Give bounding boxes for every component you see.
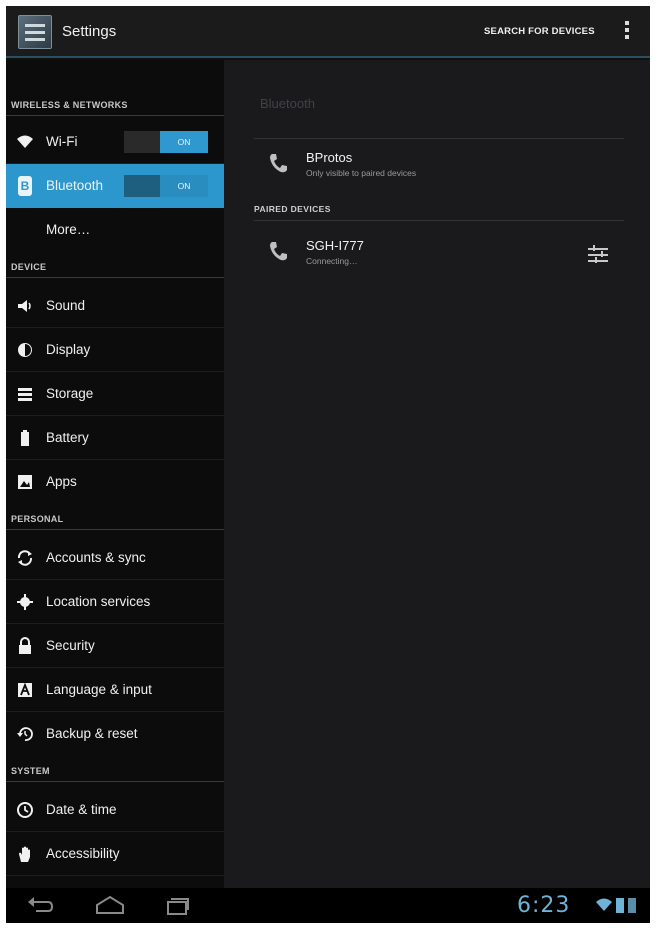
backup-icon	[16, 725, 34, 743]
sidebar-item-label: Backup & reset	[46, 726, 138, 741]
clock-icon	[16, 801, 34, 819]
home-button[interactable]	[94, 894, 126, 916]
sidebar-item-accounts[interactable]: Accounts & sync	[6, 536, 224, 580]
settings-app-icon[interactable]	[18, 15, 52, 49]
wifi-toggle-state: ON	[160, 131, 208, 153]
settings-sidebar[interactable]: WIRELESS & NETWORKS Wi-Fi ON B Bluetooth…	[6, 60, 224, 888]
section-header-system: SYSTEM	[6, 762, 224, 782]
bluetooth-icon: B	[18, 176, 32, 196]
sidebar-item-label: Sound	[46, 298, 86, 313]
device-settings-icon[interactable]	[588, 244, 610, 264]
battery-status-icon	[616, 898, 624, 913]
sidebar-item-label: Accounts & sync	[46, 550, 146, 565]
sidebar-item-sound[interactable]: Sound	[6, 284, 224, 328]
phone-icon	[268, 152, 288, 180]
bluetooth-status-icon	[628, 898, 636, 913]
lock-icon	[16, 637, 34, 655]
device-visibility: Only visible to paired devices	[306, 168, 417, 178]
divider	[254, 220, 624, 221]
this-device-row[interactable]: BProtos Only visible to paired devices	[254, 142, 624, 190]
paired-device-status: Connecting…	[306, 256, 358, 266]
paired-device-name: SGH-I777	[306, 238, 364, 253]
section-header-wireless: WIRELESS & NETWORKS	[6, 96, 224, 116]
detail-title: Bluetooth	[260, 96, 315, 111]
storage-icon	[16, 385, 34, 403]
sidebar-item-bluetooth[interactable]: B Bluetooth ON	[6, 164, 224, 208]
hand-icon	[16, 845, 34, 863]
apps-icon	[16, 473, 34, 491]
bluetooth-toggle[interactable]: ON	[124, 175, 208, 197]
sidebar-item-label: Language & input	[46, 682, 152, 697]
sidebar-item-more[interactable]: More…	[6, 208, 224, 252]
sidebar-item-label: Wi-Fi	[46, 134, 78, 149]
sidebar-item-label: Apps	[46, 474, 77, 489]
sidebar-item-language[interactable]: Language & input	[6, 668, 224, 712]
sidebar-item-label: Location services	[46, 594, 151, 609]
device-name: BProtos	[306, 150, 353, 165]
sidebar-item-storage[interactable]: Storage	[6, 372, 224, 416]
phone-icon	[268, 240, 288, 268]
overflow-menu-icon[interactable]	[624, 21, 630, 43]
sidebar-item-backup[interactable]: Backup & reset	[6, 712, 224, 756]
status-clock: 6:23	[517, 893, 571, 918]
sidebar-item-wifi[interactable]: Wi-Fi ON	[6, 120, 224, 164]
sidebar-item-location[interactable]: Location services	[6, 580, 224, 624]
sidebar-item-label: Date & time	[46, 802, 117, 817]
action-bar: Settings SEARCH FOR DEVICES	[6, 6, 650, 58]
wifi-toggle[interactable]: ON	[124, 131, 208, 153]
section-header-device: DEVICE	[6, 258, 224, 278]
bluetooth-detail-pane: Bluetooth BProtos Only visible to paired…	[224, 60, 650, 888]
system-nav-bar: 6:23	[6, 888, 650, 923]
sidebar-item-label: Bluetooth	[46, 178, 104, 193]
sidebar-item-label: Security	[46, 638, 95, 653]
sync-icon	[16, 549, 34, 567]
sidebar-item-security[interactable]: Security	[6, 624, 224, 668]
sidebar-item-date-time[interactable]: Date & time	[6, 788, 224, 832]
page-title: Settings	[62, 23, 117, 40]
sidebar-item-display[interactable]: Display	[6, 328, 224, 372]
sidebar-item-label: Display	[46, 342, 91, 357]
battery-icon	[16, 429, 34, 447]
divider	[254, 138, 624, 139]
sidebar-item-accessibility[interactable]: Accessibility	[6, 832, 224, 876]
brightness-icon	[16, 341, 34, 359]
paired-device-row[interactable]: SGH-I777 Connecting…	[254, 230, 624, 278]
section-header-personal: PERSONAL	[6, 510, 224, 530]
search-for-devices-button[interactable]: SEARCH FOR DEVICES	[484, 26, 595, 37]
bluetooth-toggle-state: ON	[160, 175, 208, 197]
speaker-icon	[16, 297, 34, 315]
recent-apps-button[interactable]	[164, 894, 190, 916]
wifi-status-icon	[596, 897, 612, 917]
sidebar-item-label: More…	[46, 222, 91, 237]
sidebar-item-battery[interactable]: Battery	[6, 416, 224, 460]
paired-devices-header: PAIRED DEVICES	[254, 204, 331, 214]
tablet-screen: Settings SEARCH FOR DEVICES WIRELESS & N…	[6, 6, 650, 923]
sidebar-item-label: Storage	[46, 386, 94, 401]
keyboard-icon	[16, 681, 34, 699]
back-button[interactable]	[26, 894, 54, 916]
sidebar-item-apps[interactable]: Apps	[6, 460, 224, 504]
location-icon	[16, 593, 34, 611]
sidebar-item-label: Battery	[46, 430, 89, 445]
sidebar-item-label: Accessibility	[46, 846, 120, 861]
wifi-icon	[16, 133, 34, 151]
